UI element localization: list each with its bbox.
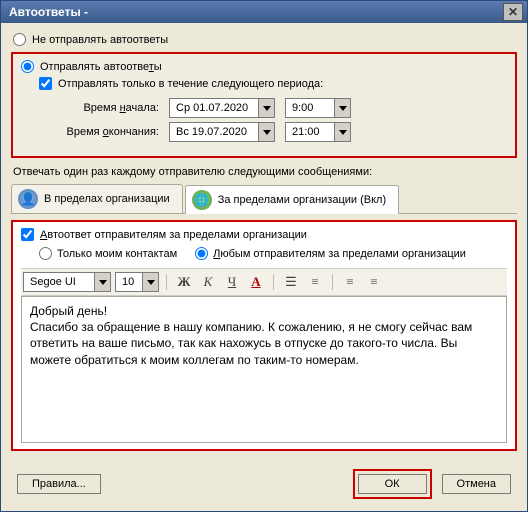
font-size-dropdown[interactable]: 10 <box>115 272 159 292</box>
separator <box>273 274 274 290</box>
ok-highlight: ОК <box>353 469 432 499</box>
start-time-value: 9:00 <box>286 102 334 114</box>
message-editor[interactable]: Добрый день! Спасибо за обращение в нашу… <box>21 296 507 443</box>
instruction-text: Отвечать один раз каждому отправителю сл… <box>13 166 517 178</box>
tab-outside-label: За пределами организации (Вкл) <box>218 194 386 206</box>
chevron-down-icon[interactable] <box>258 99 274 117</box>
format-toolbar: Segoe UI 10 Ж К Ч А ☰ ≡ ≡ ≡ <box>21 268 507 296</box>
start-time-dropdown[interactable]: 9:00 <box>285 98 351 118</box>
end-time-dropdown[interactable]: 21:00 <box>285 122 351 142</box>
dialog-window: Автоответы - ✕ Не отправлять автоответы … <box>0 0 528 512</box>
period-checkbox-label: Отправлять только в течение следующего п… <box>58 78 323 90</box>
radio-contacts-only-label: Только моим контактам <box>57 248 177 260</box>
end-date-dropdown[interactable]: Вс 19.07.2020 <box>169 122 275 142</box>
indent-button[interactable]: ≡ <box>364 272 384 292</box>
person-icon: 👤 <box>18 189 38 209</box>
close-icon[interactable]: ✕ <box>503 3 523 21</box>
underline-button[interactable]: Ч <box>222 272 242 292</box>
message-line2: Спасибо за обращение в нашу компанию. К … <box>30 319 498 368</box>
number-list-button[interactable]: ≡ <box>305 272 325 292</box>
message-line1: Добрый день! <box>30 303 498 319</box>
start-date-value: Ср 01.07.2020 <box>170 102 258 114</box>
end-row: Время окончания: Вс 19.07.2020 21:00 <box>39 122 507 142</box>
chevron-down-icon[interactable] <box>142 273 158 291</box>
bold-button[interactable]: Ж <box>174 272 194 292</box>
dialog-footer: Правила... ОК Отмена <box>11 459 517 503</box>
globe-icon: 🌐 <box>192 190 212 210</box>
period-checkbox[interactable]: Отправлять только в течение следующего п… <box>39 77 507 90</box>
outdent-button[interactable]: ≡ <box>340 272 360 292</box>
font-name-value: Segoe UI <box>24 276 94 288</box>
radio-send[interactable]: Отправлять автоответы <box>21 60 507 73</box>
italic-button[interactable]: К <box>198 272 218 292</box>
ext-reply-label: Автоответ отправителям за пределами орга… <box>40 229 307 241</box>
radio-any-sender-input[interactable] <box>195 247 208 260</box>
separator <box>166 274 167 290</box>
tab-strip: 👤 В пределах организации 🌐 За пределами … <box>11 184 517 214</box>
ext-recipient-radios: Только моим контактам Любым отправителям… <box>39 247 507 260</box>
radio-contacts-only-input[interactable] <box>39 247 52 260</box>
radio-no-send-input[interactable] <box>13 33 26 46</box>
tab-inside-label: В пределах организации <box>44 193 170 205</box>
footer-right: ОК Отмена <box>353 469 511 499</box>
start-row: Время начала: Ср 01.07.2020 9:00 <box>39 98 507 118</box>
ok-button[interactable]: ОК <box>358 474 427 494</box>
font-size-value: 10 <box>116 276 142 288</box>
font-name-dropdown[interactable]: Segoe UI <box>23 272 111 292</box>
chevron-down-icon[interactable] <box>334 99 350 117</box>
start-date-dropdown[interactable]: Ср 01.07.2020 <box>169 98 275 118</box>
radio-any-sender[interactable]: Любым отправителям за пределами организа… <box>195 247 466 260</box>
ext-reply-checkbox[interactable]: Автоответ отправителям за пределами орга… <box>21 228 507 241</box>
separator <box>332 274 333 290</box>
chevron-down-icon[interactable] <box>334 123 350 141</box>
chevron-down-icon[interactable] <box>258 123 274 141</box>
radio-contacts-only[interactable]: Только моим контактам <box>39 247 177 260</box>
radio-no-send-label: Не отправлять автоответы <box>32 34 168 46</box>
titlebar: Автоответы - ✕ <box>1 1 527 23</box>
start-label: Время начала: <box>39 102 159 114</box>
cancel-button[interactable]: Отмена <box>442 474 511 494</box>
radio-no-send[interactable]: Не отправлять автоответы <box>13 33 517 46</box>
ext-reply-checkbox-input[interactable] <box>21 228 34 241</box>
end-time-value: 21:00 <box>286 126 334 138</box>
radio-send-label: Отправлять автоответы <box>40 61 162 73</box>
bullet-list-button[interactable]: ☰ <box>281 272 301 292</box>
tab-inside-org[interactable]: 👤 В пределах организации <box>11 184 183 213</box>
dialog-content: Не отправлять автоответы Отправлять авто… <box>1 23 527 511</box>
rules-button[interactable]: Правила... <box>17 474 101 494</box>
external-reply-box: Автоответ отправителям за пределами орга… <box>11 220 517 451</box>
chevron-down-icon[interactable] <box>94 273 110 291</box>
end-label: Время окончания: <box>39 126 159 138</box>
period-checkbox-input[interactable] <box>39 77 52 90</box>
send-period-box: Отправлять автоответы Отправлять только … <box>11 52 517 158</box>
radio-any-sender-label: Любым отправителям за пределами организа… <box>213 248 466 260</box>
font-color-button[interactable]: А <box>246 272 266 292</box>
end-date-value: Вс 19.07.2020 <box>170 126 258 138</box>
dialog-title: Автоответы - <box>5 5 88 19</box>
radio-send-input[interactable] <box>21 60 34 73</box>
tab-outside-org[interactable]: 🌐 За пределами организации (Вкл) <box>185 185 399 214</box>
